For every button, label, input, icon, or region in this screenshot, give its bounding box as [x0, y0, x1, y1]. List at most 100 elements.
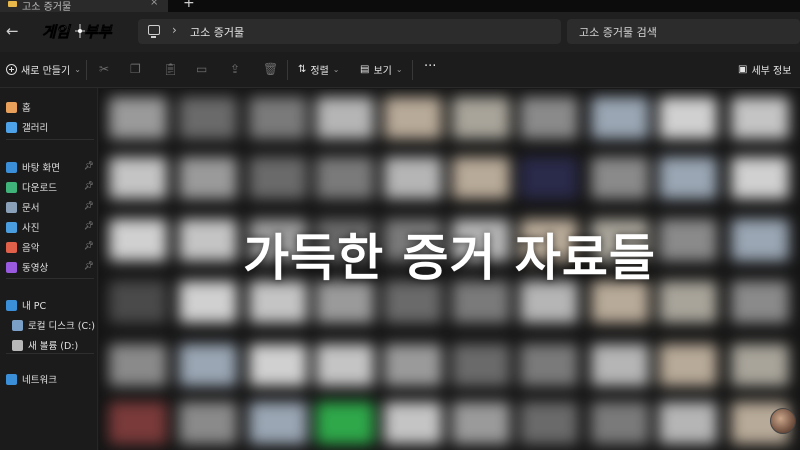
file-thumbnail[interactable]: [384, 97, 442, 139]
address-bar[interactable]: › 고소 증거물: [138, 19, 561, 44]
cut-icon[interactable]: ✂: [99, 62, 109, 76]
file-thumbnail[interactable]: [591, 344, 649, 386]
sidebar-item[interactable]: 네트워크: [6, 371, 96, 387]
divider: [86, 60, 87, 80]
file-thumbnail[interactable]: [179, 402, 237, 444]
sidebar-item[interactable]: 문서 📌︎: [6, 199, 96, 215]
documents-icon: [6, 201, 17, 213]
channel-logo: 게임 부부: [40, 18, 122, 44]
file-thumbnail[interactable]: [452, 97, 510, 139]
search-input[interactable]: 고소 증거물 검색: [567, 19, 800, 44]
avatar: [770, 408, 796, 434]
file-thumbnail[interactable]: [316, 344, 374, 386]
pin-icon[interactable]: 📌︎: [84, 181, 94, 190]
file-thumbnail[interactable]: [249, 344, 307, 386]
file-thumbnail[interactable]: [384, 402, 442, 444]
paste-icon[interactable]: 📋︎: [163, 62, 178, 76]
sort-label: 정렬: [310, 66, 329, 77]
file-thumbnail[interactable]: [731, 344, 789, 386]
file-thumbnail[interactable]: [316, 402, 374, 444]
sidebar-item[interactable]: 홈: [6, 99, 96, 115]
svg-text:부부: 부부: [84, 23, 113, 41]
file-thumbnail[interactable]: [452, 157, 510, 199]
file-thumbnail[interactable]: [179, 344, 237, 386]
pin-icon[interactable]: 📌︎: [84, 221, 94, 230]
file-thumbnail[interactable]: [249, 402, 307, 444]
sidebar-item-label: 음악: [22, 243, 40, 254]
back-button[interactable]: ←: [6, 22, 19, 40]
new-tab-button[interactable]: +: [183, 0, 195, 11]
gallery-icon: [6, 121, 17, 133]
file-thumbnail[interactable]: [520, 157, 578, 199]
sidebar-item[interactable]: 갤러리: [6, 119, 96, 135]
file-thumbnail[interactable]: [452, 344, 510, 386]
share-icon[interactable]: ⇪: [230, 62, 240, 76]
file-thumbnail[interactable]: [316, 157, 374, 199]
rename-icon[interactable]: ▭: [196, 62, 207, 76]
sidebar-item-label: 갤러리: [22, 123, 49, 134]
pin-icon[interactable]: 📌︎: [84, 261, 94, 270]
delete-icon[interactable]: 🗑︎: [263, 62, 278, 76]
details-button[interactable]: ▣ 세부 정보: [738, 62, 791, 77]
file-thumbnail[interactable]: [452, 402, 510, 444]
pin-icon[interactable]: 📌︎: [84, 161, 94, 170]
breadcrumb[interactable]: 고소 증거물: [190, 24, 244, 40]
new-button[interactable]: 새로 만들기 ⌄: [6, 62, 81, 77]
divider: [6, 278, 94, 279]
file-thumbnail[interactable]: [659, 402, 717, 444]
file-thumbnail[interactable]: [249, 157, 307, 199]
more-options-button[interactable]: ···: [424, 59, 436, 74]
command-bar: 새로 만들기 ⌄ ✂ ❐ 📋︎ ▭ ⇪ 🗑︎ ⇅ 정렬 ⌄ ▤ 보기 ⌄ ···…: [0, 52, 800, 88]
sidebar-item[interactable]: 내 PC: [6, 297, 96, 313]
file-thumbnail[interactable]: [520, 402, 578, 444]
file-thumbnail[interactable]: [249, 97, 307, 139]
sidebar-item[interactable]: 사진 📌︎: [6, 219, 96, 235]
file-thumbnail[interactable]: [731, 97, 789, 139]
file-thumbnail[interactable]: [659, 344, 717, 386]
file-thumbnail[interactable]: [520, 97, 578, 139]
home-icon: [6, 101, 17, 113]
file-thumbnail[interactable]: [109, 97, 167, 139]
file-thumbnail[interactable]: [659, 157, 717, 199]
sidebar-item[interactable]: 바탕 화면 📌︎: [6, 159, 96, 175]
sidebar-item[interactable]: 동영상 📌︎: [6, 259, 96, 275]
sidebar-item-label: 네트워크: [22, 375, 57, 386]
file-thumbnail[interactable]: [384, 344, 442, 386]
pin-icon[interactable]: 📌︎: [84, 241, 94, 250]
chevron-down-icon: ⌄: [395, 65, 403, 74]
close-icon[interactable]: ×: [150, 0, 158, 8]
file-thumbnail[interactable]: [109, 402, 167, 444]
file-thumbnail[interactable]: [316, 97, 374, 139]
file-thumbnail[interactable]: [179, 97, 237, 139]
music-icon: [6, 241, 17, 253]
sidebar-item[interactable]: 음악 📌︎: [6, 239, 96, 255]
copy-icon[interactable]: ❐: [130, 62, 141, 76]
file-thumbnail[interactable]: [384, 157, 442, 199]
view-button[interactable]: ▤ 보기 ⌄: [360, 62, 403, 77]
title-bar: 고소 증거물 × +: [0, 0, 800, 13]
divider: [6, 139, 94, 140]
file-thumbnail[interactable]: [731, 157, 789, 199]
video-caption: 가득한 증거 자료들: [243, 229, 656, 287]
add-icon: [6, 64, 17, 75]
file-thumbnail[interactable]: [109, 344, 167, 386]
sidebar-item-label: 동영상: [22, 263, 49, 274]
sidebar-item[interactable]: 로컬 디스크 (C:): [12, 317, 102, 333]
file-thumbnail[interactable]: [591, 402, 649, 444]
view-icon: ▤: [360, 64, 370, 75]
sidebar-item-label: 새 볼륨 (D:): [28, 341, 79, 352]
sidebar-item[interactable]: 다운로드 📌︎: [6, 179, 96, 195]
pin-icon[interactable]: 📌︎: [84, 201, 94, 210]
file-thumbnail[interactable]: [179, 157, 237, 199]
file-thumbnail[interactable]: [109, 157, 167, 199]
divider: [412, 60, 413, 80]
file-thumbnail[interactable]: [591, 97, 649, 139]
file-thumbnail[interactable]: [520, 344, 578, 386]
download-icon: [6, 181, 17, 193]
file-thumbnail[interactable]: [591, 157, 649, 199]
tab-current[interactable]: 고소 증거물 ×: [0, 0, 168, 13]
sidebar-item[interactable]: 새 볼륨 (D:): [12, 337, 102, 353]
file-thumbnail[interactable]: [659, 97, 717, 139]
sidebar-item-label: 다운로드: [22, 183, 57, 194]
sort-button[interactable]: ⇅ 정렬 ⌄: [298, 62, 340, 77]
